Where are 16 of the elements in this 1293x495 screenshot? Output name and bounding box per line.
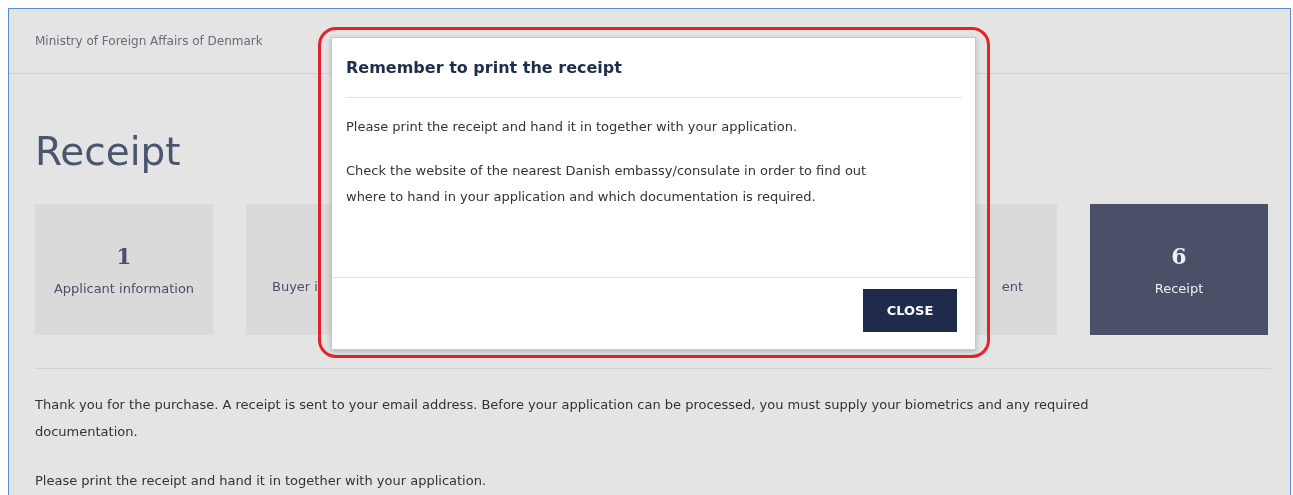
info-paragraph: Please print the receipt and hand it in together with your application. bbox=[35, 472, 488, 490]
modal-title: Remember to print the receipt bbox=[346, 58, 623, 77]
step-tab[interactable]: 6 Receipt bbox=[1090, 204, 1268, 335]
step-label: Buyer i bbox=[272, 279, 318, 294]
breadcrumb-link[interactable]: Ministry of Foreign Affairs of Denmark bbox=[35, 34, 263, 48]
modal-text: Please print the receipt and hand it in together with your application. bbox=[346, 118, 799, 136]
info-paragraph: Thank you for the purchase. A receipt is sent to your email address. Before your application can be processed, you must supply your biometrics and any required documentation. bbox=[35, 396, 1090, 441]
step-label: Receipt bbox=[1154, 281, 1204, 296]
step-number: 1 bbox=[116, 243, 132, 269]
step-number: 6 bbox=[1171, 243, 1187, 269]
modal-text: Check the website of the nearest Danish embassy/consulate in order to find out where to hand in your application and which documentation is required. bbox=[346, 162, 868, 206]
close-button[interactable]: CLOSE bbox=[863, 289, 957, 332]
page-title: Receipt bbox=[35, 128, 181, 176]
step-label: Applicant information bbox=[53, 281, 195, 296]
step-tab[interactable]: 1 Applicant information bbox=[35, 204, 213, 335]
step-label: ent bbox=[1001, 279, 1023, 294]
